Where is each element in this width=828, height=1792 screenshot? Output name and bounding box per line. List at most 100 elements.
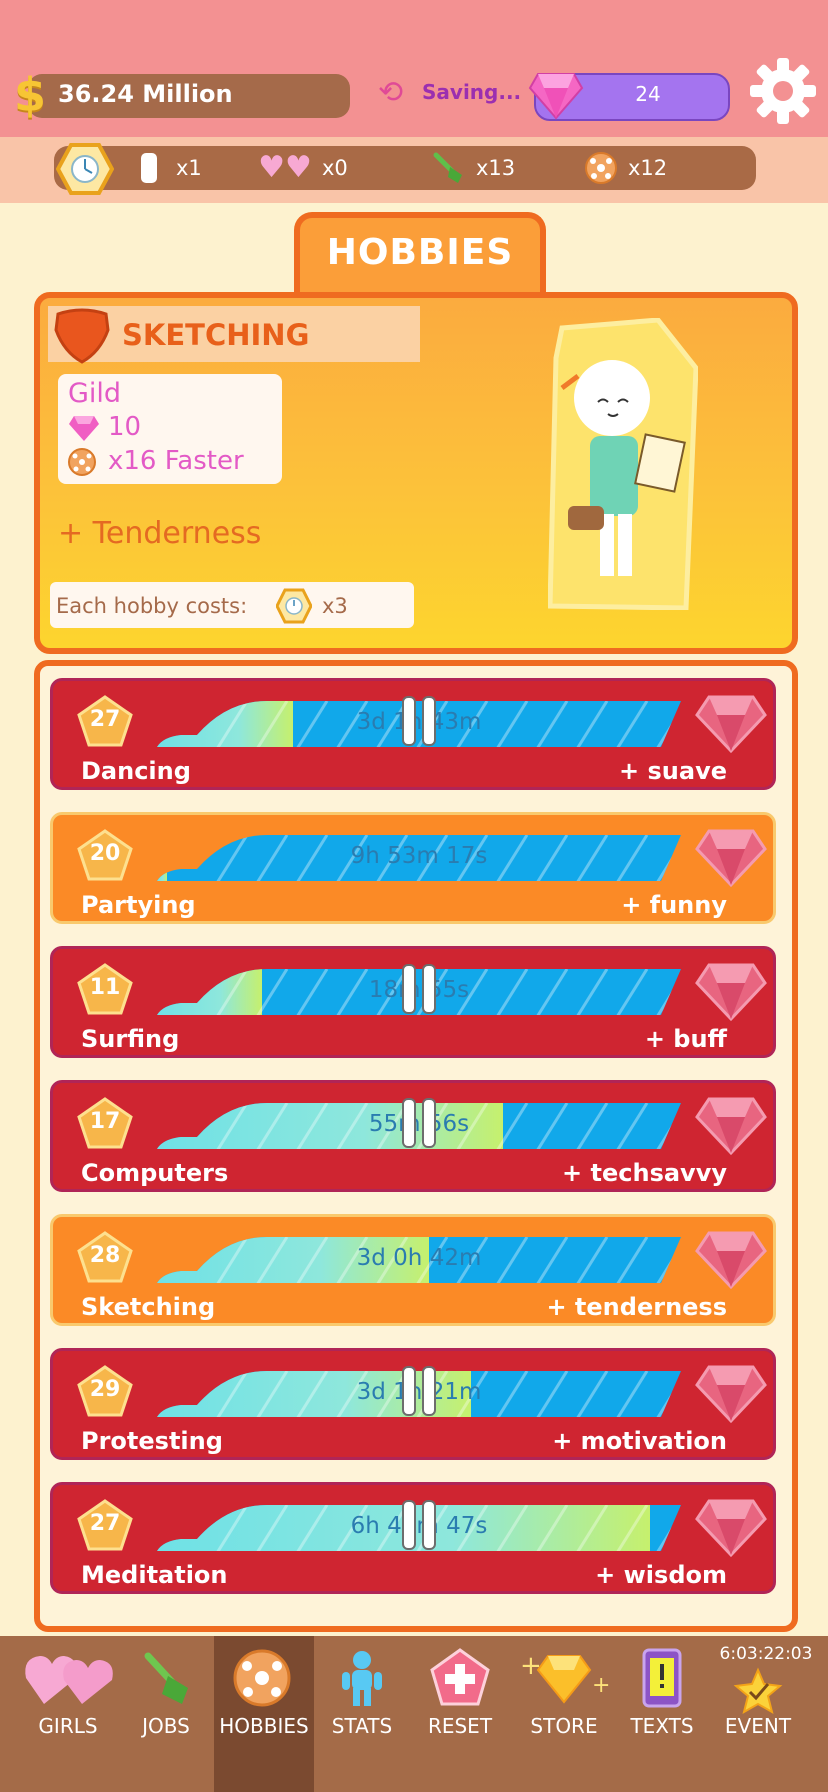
- hobby-name: Computers: [81, 1159, 229, 1187]
- hobby-row[interactable]: 11 18m 55s Surfing + buff: [50, 946, 776, 1058]
- pause-icon[interactable]: [399, 963, 439, 1015]
- nav-label: HOBBIES: [219, 1714, 309, 1738]
- ruby-gem-icon[interactable]: [695, 961, 767, 1023]
- hobby-level: 27: [89, 707, 121, 732]
- star-icon: [728, 1656, 788, 1716]
- resource-item: x12: [584, 151, 667, 185]
- character-portrait: [548, 318, 698, 610]
- hearts-icon: [22, 1648, 114, 1708]
- shovel-icon: [433, 152, 462, 183]
- hobby-bonus: + suave: [619, 757, 727, 785]
- plus-pentagon-icon: [430, 1648, 490, 1708]
- hobby-bonus: + techsavvy: [562, 1159, 727, 1187]
- nav-label: GIRLS: [38, 1714, 98, 1738]
- gem-sparkle-icon: + +: [518, 1648, 610, 1708]
- hobby-row[interactable]: 20 9h 53m 17s Partying + funny: [50, 812, 776, 924]
- ruby-gem-icon[interactable]: [695, 693, 767, 755]
- hobbies-tab-label: HOBBIES: [326, 232, 514, 273]
- ball-icon: [68, 448, 96, 476]
- hobby-bonus: + wisdom: [595, 1561, 727, 1589]
- resource-count: x13: [476, 156, 516, 180]
- nav-label: TEXTS: [630, 1714, 694, 1738]
- hobby-row[interactable]: 17 55m 56s Computers + techsavvy: [50, 1080, 776, 1192]
- gem-count: 24: [635, 82, 661, 106]
- hobby-level: 17: [89, 1109, 121, 1134]
- event-timer: 6:03:22:03: [719, 1644, 813, 1664]
- hobby-level: 27: [89, 1511, 121, 1536]
- dollar-icon: $: [14, 68, 47, 122]
- phone-icon: [632, 1648, 692, 1708]
- hobby-timer: 3d 0h 42m: [356, 1245, 482, 1271]
- nav-label: STATS: [331, 1714, 393, 1738]
- pause-icon[interactable]: [399, 1499, 439, 1551]
- nav-reset[interactable]: RESET: [412, 1636, 508, 1792]
- hobby-name: Meditation: [81, 1561, 228, 1589]
- nav-texts[interactable]: TEXTS: [614, 1636, 710, 1792]
- hobby-bonus: + tenderness: [546, 1293, 727, 1321]
- hobby-row[interactable]: 27 3d 1h 43m Dancing + suave: [50, 678, 776, 790]
- settings-gear-icon[interactable]: [748, 56, 818, 126]
- pause-icon[interactable]: [399, 1097, 439, 1149]
- hobby-name: Protesting: [81, 1427, 223, 1455]
- hobby-level: 20: [89, 841, 121, 866]
- pink-hearts-icon: ♥♥: [258, 150, 312, 185]
- ball-icon: [585, 152, 617, 184]
- hobby-row[interactable]: 27 6h 40m 47s Meditation + wisdom: [50, 1482, 776, 1594]
- resource-item: ♥♥ x0: [258, 151, 348, 185]
- svg-text:+: +: [592, 1673, 610, 1698]
- resource-count: x12: [628, 156, 668, 180]
- nav-label: RESET: [427, 1714, 493, 1738]
- hobby-bonus: + Tenderness: [58, 516, 262, 551]
- ruby-gem-icon[interactable]: [695, 1497, 767, 1559]
- resource-count: x1: [176, 156, 202, 180]
- cost-label: Each hobby costs:: [56, 594, 248, 618]
- nav-store[interactable]: + + STORE: [516, 1636, 612, 1792]
- shield-icon: [54, 308, 110, 364]
- gild-gem-cost: 10: [108, 412, 142, 442]
- ruby-gem-icon[interactable]: [695, 1363, 767, 1425]
- hobby-level: 29: [89, 1377, 121, 1402]
- clock-hexagon-icon: [276, 588, 312, 624]
- hobby-level: 28: [89, 1243, 121, 1268]
- shovel-icon: [136, 1648, 196, 1708]
- hobby-name: Dancing: [81, 757, 191, 785]
- nav-label: STORE: [530, 1714, 598, 1738]
- hobby-name: Partying: [81, 891, 196, 919]
- hobby-bonus: + motivation: [552, 1427, 727, 1455]
- pause-icon[interactable]: [399, 695, 439, 747]
- sync-icon: ⟲: [378, 75, 404, 110]
- hobby-row[interactable]: 29 3d 1h 21m Protesting + motivation: [50, 1348, 776, 1460]
- hobby-bonus: + buff: [644, 1025, 727, 1053]
- person-icon: [332, 1648, 392, 1708]
- hobby-timer: 9h 53m 17s: [350, 843, 488, 869]
- gild-title: Gild: [68, 378, 122, 409]
- cost-value: x3: [322, 594, 348, 618]
- clock-hexagon-icon: [56, 143, 114, 195]
- nav-label: JOBS: [142, 1714, 190, 1738]
- hobby-level: 11: [89, 975, 121, 1000]
- ruby-gem-icon[interactable]: [695, 1229, 767, 1291]
- ruby-gem-icon[interactable]: [695, 1095, 767, 1157]
- hobby-row[interactable]: 28 3d 0h 42m Sketching + tenderness: [50, 1214, 776, 1326]
- hobby-name: Surfing: [81, 1025, 180, 1053]
- hobby-name: Sketching: [81, 1293, 216, 1321]
- resource-item: x13: [432, 151, 515, 185]
- nav-girls[interactable]: GIRLS: [20, 1636, 116, 1792]
- ruby-gem-icon[interactable]: [695, 827, 767, 889]
- money-amount: 36.24 Million: [58, 80, 233, 108]
- gem-icon: [69, 416, 99, 441]
- ball-icon: [232, 1648, 292, 1708]
- hobby-bonus: + funny: [621, 891, 727, 919]
- nav-stats[interactable]: STATS: [314, 1636, 410, 1792]
- svg-text:+: +: [520, 1651, 542, 1681]
- pause-icon[interactable]: [399, 1365, 439, 1417]
- energy-card-icon: [132, 151, 166, 185]
- nav-jobs[interactable]: JOBS: [118, 1636, 214, 1792]
- saving-status: Saving...: [422, 80, 522, 104]
- resource-item: x1: [132, 151, 202, 185]
- nav-hobbies[interactable]: HOBBIES: [214, 1636, 314, 1792]
- hobby-title: SKETCHING: [122, 318, 310, 352]
- gild-speed: x16 Faster: [108, 446, 244, 476]
- nav-label: EVENT: [724, 1714, 792, 1738]
- resource-count: x0: [322, 156, 348, 180]
